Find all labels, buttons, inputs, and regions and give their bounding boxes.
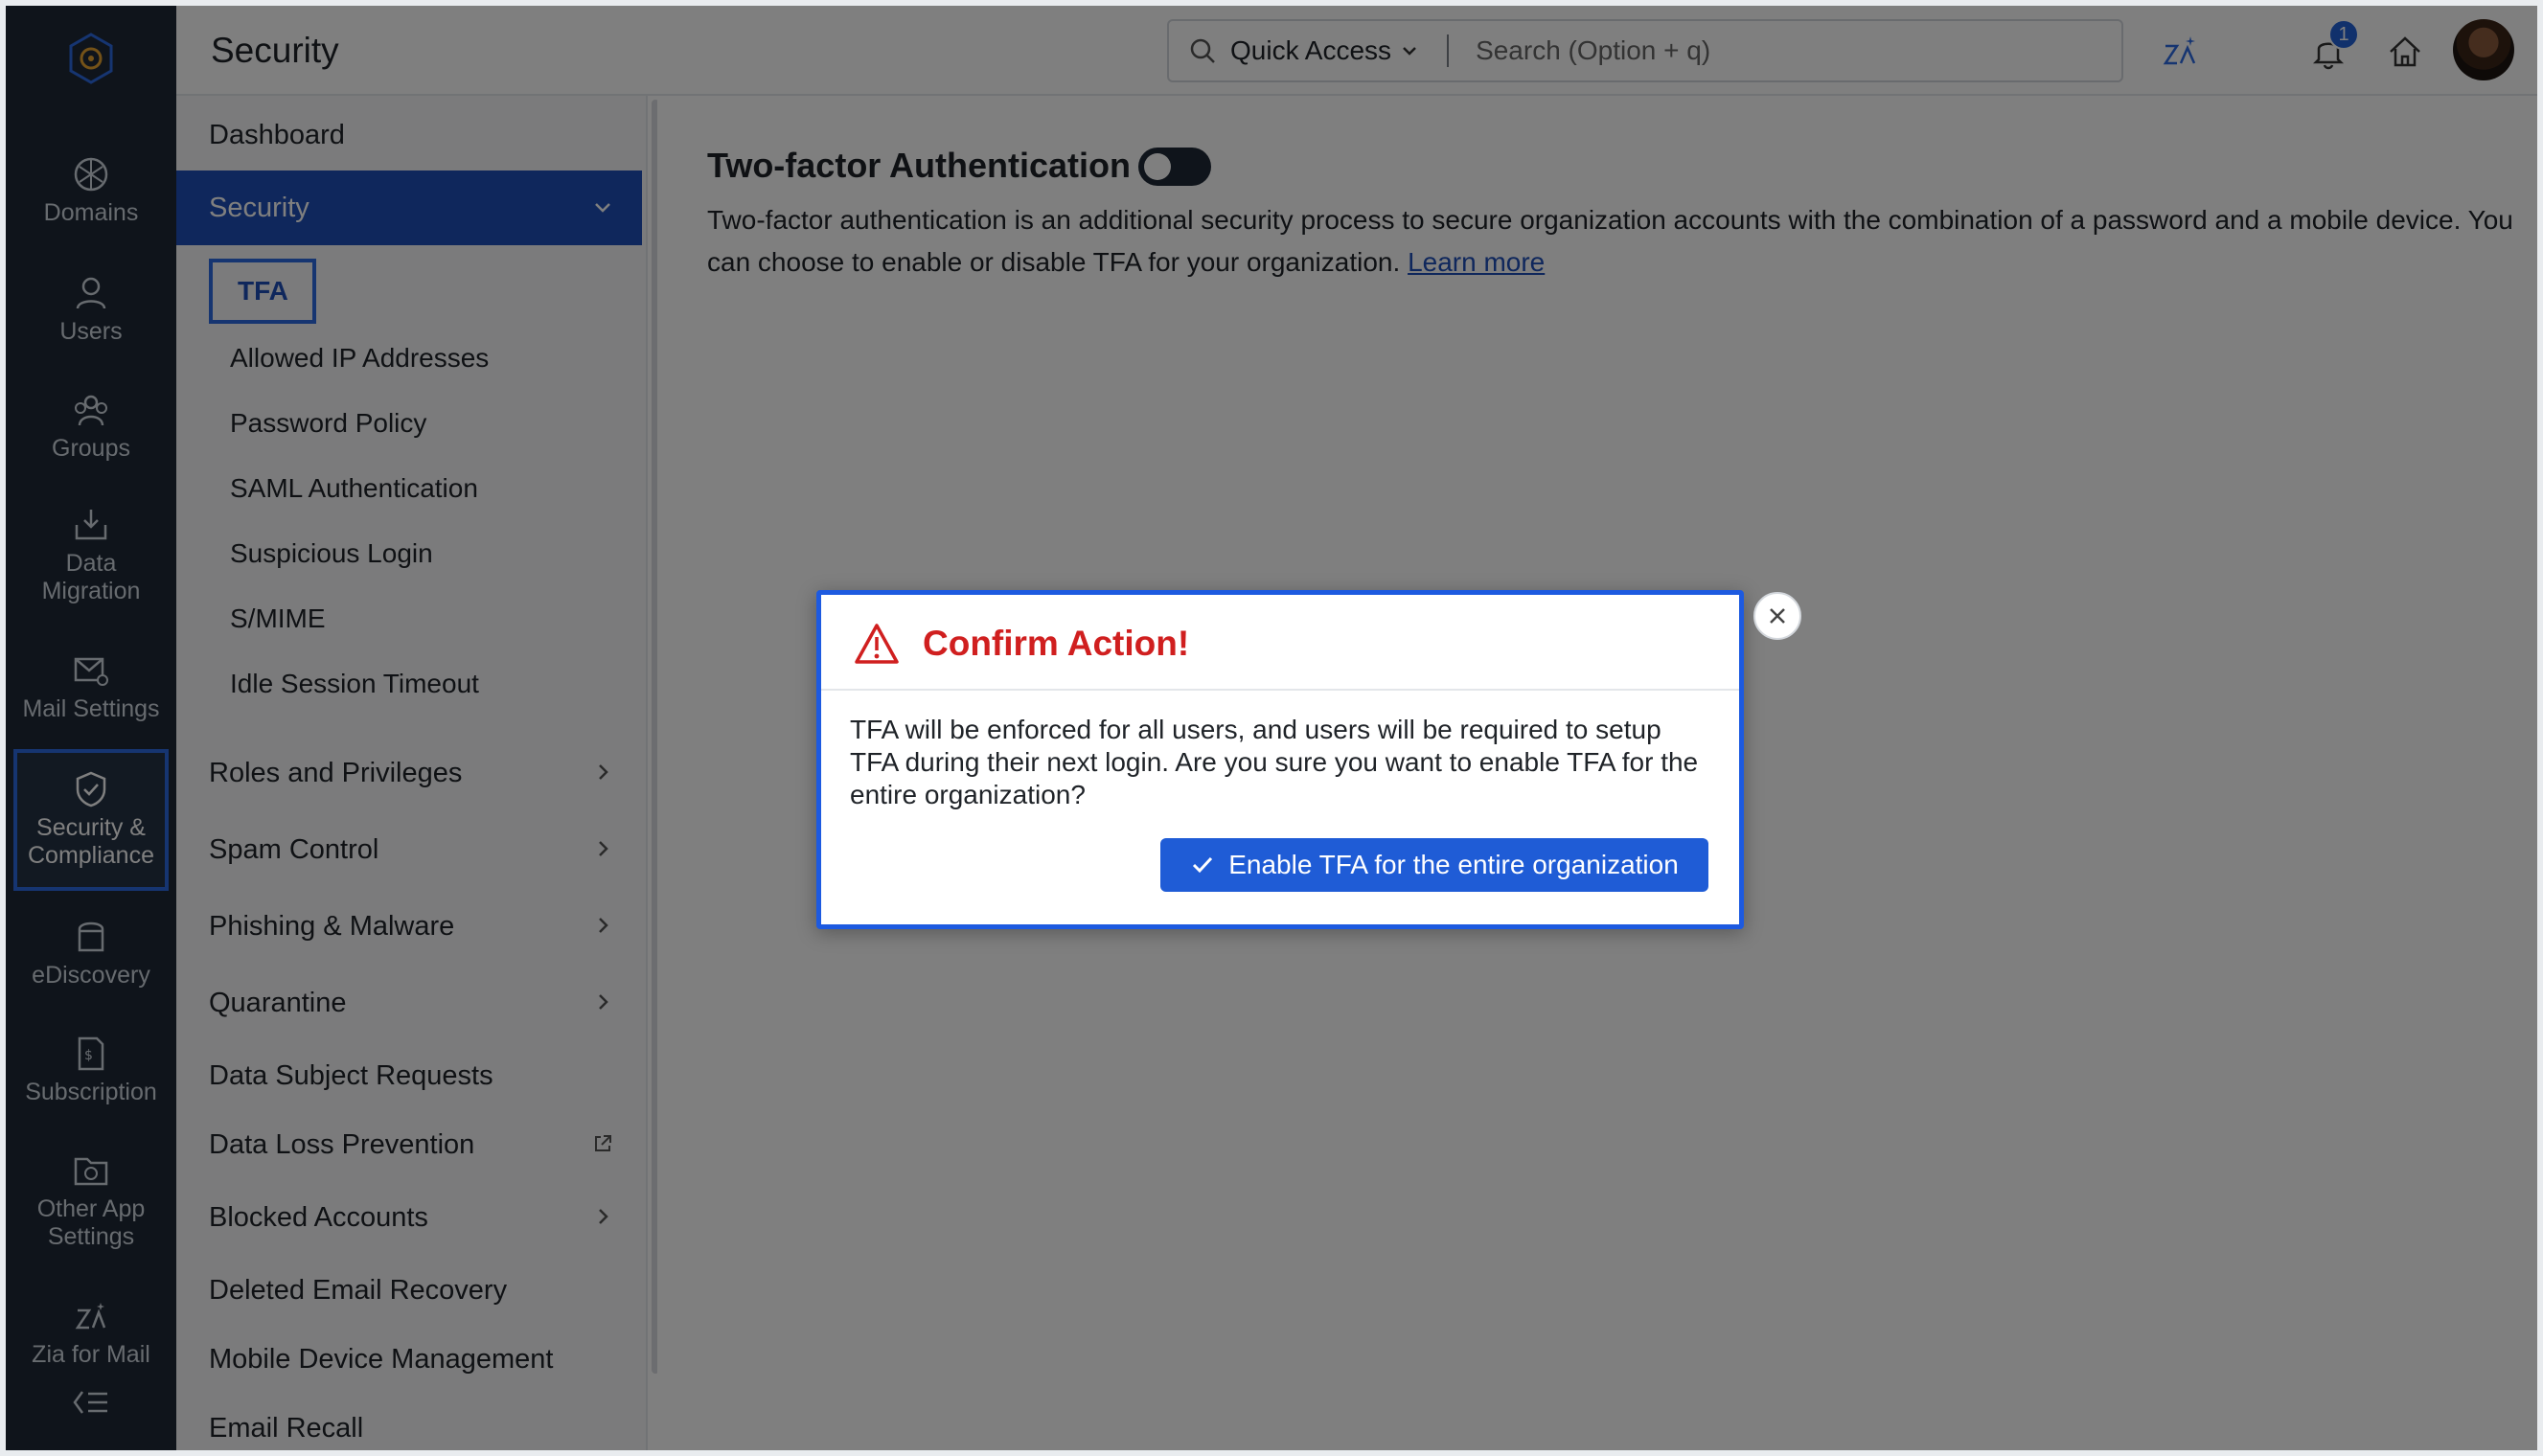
check-icon — [1193, 856, 1213, 874]
confirm-dialog: Confirm Action! TFA will be enforced for… — [816, 590, 1744, 929]
dialog-close-button[interactable] — [1753, 592, 1801, 640]
warning-icon — [855, 624, 899, 664]
app-window: Domains Users Groups Data Migration Mail… — [6, 6, 2537, 1450]
enable-tfa-label: Enable TFA for the entire organization — [1228, 850, 1679, 879]
dialog-title: Confirm Action! — [923, 624, 1190, 663]
dialog-header: Confirm Action! — [821, 595, 1739, 691]
enable-tfa-button[interactable]: Enable TFA for the entire organization — [1160, 838, 1708, 892]
dialog-message: TFA will be enforced for all users, and … — [850, 715, 1699, 809]
close-icon — [1770, 608, 1785, 624]
